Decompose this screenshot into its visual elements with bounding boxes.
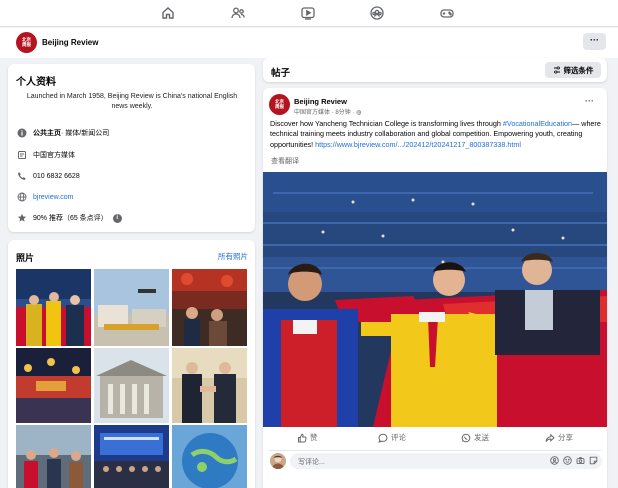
intro-title: 个人资料 — [16, 77, 56, 88]
photo-thumbnail[interactable] — [172, 269, 247, 346]
post-card: 北京周报 Beijing Review 中国官方媒体 · 8分钟 · ◍ ···… — [263, 88, 607, 488]
posts-header-card: 帖子 筛选条件 — [263, 58, 607, 82]
whatsapp-icon — [461, 433, 471, 442]
rating-row: 90% 推荐（65 条点评） i — [16, 212, 122, 224]
filter-button[interactable]: 筛选条件 — [545, 62, 601, 78]
filter-label: 筛选条件 — [563, 65, 594, 75]
video-icon[interactable] — [300, 5, 316, 21]
category-value: · 媒体/新闻公司 — [61, 130, 110, 137]
post-text-body: Discover how Yancheng Technician College… — [270, 119, 503, 128]
post-image[interactable] — [263, 172, 607, 427]
media-label: 中国官方媒体 — [33, 152, 75, 159]
website-row: bjreview.com — [16, 191, 73, 203]
gaming-icon[interactable] — [439, 5, 455, 21]
photo-thumbnail[interactable] — [94, 425, 169, 488]
label-row: 中国官方媒体 — [16, 149, 75, 161]
page-name[interactable]: Beijing Review — [42, 38, 98, 47]
rating-info-icon[interactable]: i — [112, 213, 122, 223]
phone-row: 010 6832 6628 — [16, 170, 80, 182]
post-meta: 中国官方媒体 · 8分钟 · ◍ — [294, 110, 362, 116]
send-button[interactable]: 发送 — [461, 432, 489, 443]
comment-placeholder: 写评论... — [298, 459, 325, 466]
category-row: 公共主页 · 媒体/新闻公司 — [16, 127, 109, 139]
photos-title: 照片 — [16, 253, 35, 263]
post-more-button[interactable]: ··· — [585, 96, 594, 106]
avatar-logo-text: 北京周报 — [22, 37, 31, 48]
comment-input[interactable]: 写评论... — [290, 453, 602, 469]
rating-text: 90% 推荐（65 条点评） — [33, 215, 108, 222]
phone-number[interactable]: 010 6832 6628 — [33, 173, 80, 180]
sticker-icon[interactable] — [589, 456, 598, 465]
comment-button[interactable]: 评论 — [378, 432, 406, 443]
post-author-avatar[interactable]: 北京周报 — [269, 94, 290, 115]
more-options-button[interactable]: ··· — [583, 33, 606, 50]
page-avatar[interactable]: 北京周报 — [16, 32, 37, 53]
friends-icon[interactable] — [230, 5, 246, 21]
like-label: 赞 — [310, 433, 318, 442]
top-navigation-bar — [0, 0, 618, 27]
website-link[interactable]: bjreview.com — [33, 194, 73, 201]
hashtag-link[interactable]: #VocationalEducation — [503, 119, 572, 128]
post-author-name[interactable]: Beijing Review — [294, 97, 347, 106]
category-prefix: 公共主页 — [33, 130, 61, 137]
photo-thumbnail[interactable] — [172, 348, 247, 423]
comment-label: 评论 — [391, 433, 406, 442]
intro-card: 个人资料 Launched in March 1958, Beijing Rev… — [8, 64, 255, 232]
star-icon — [16, 213, 27, 224]
page-header-bar: 北京周报 Beijing Review ··· — [0, 28, 618, 58]
see-translation-link[interactable]: 查看翻译 — [271, 156, 299, 166]
photo-thumbnail[interactable] — [94, 348, 169, 423]
post-text: Discover how Yancheng Technician College… — [270, 119, 602, 150]
filter-icon — [553, 66, 560, 74]
actions-divider — [269, 450, 601, 451]
media-label-icon — [16, 150, 27, 161]
phone-icon — [16, 171, 27, 182]
photo-thumbnail[interactable] — [16, 425, 91, 488]
camera-icon[interactable] — [576, 456, 585, 465]
globe-icon — [16, 192, 27, 203]
like-button[interactable]: 赞 — [297, 432, 318, 443]
comment-icon — [378, 433, 388, 443]
info-icon — [16, 128, 27, 139]
share-label: 分享 — [558, 433, 573, 442]
send-label: 发送 — [474, 433, 489, 442]
posts-title: 帖子 — [271, 68, 291, 79]
photos-card: 照片 所有照片 — [8, 240, 255, 488]
home-icon[interactable] — [160, 5, 176, 21]
avatar-sticker-icon[interactable] — [550, 456, 559, 465]
share-icon — [545, 433, 555, 442]
post-actions-bar: 赞 评论 发送 分享 — [263, 429, 607, 447]
emoji-icon[interactable] — [563, 456, 572, 465]
photo-thumbnail[interactable] — [94, 269, 169, 346]
avatar-logo-text: 北京周报 — [275, 99, 284, 110]
see-all-photos-link[interactable]: 所有照片 — [218, 251, 248, 262]
photo-thumbnail[interactable] — [16, 269, 91, 346]
intro-description: Launched in March 1958, Beijing Review i… — [26, 93, 238, 110]
article-link[interactable]: https://www.bjreview.com/.../202412/t202… — [315, 140, 521, 149]
groups-icon[interactable] — [369, 5, 385, 21]
photo-thumbnail[interactable] — [16, 348, 91, 423]
share-button[interactable]: 分享 — [545, 432, 573, 443]
thumbs-up-icon — [298, 433, 307, 442]
photo-thumbnail[interactable] — [172, 425, 247, 488]
current-user-avatar[interactable] — [270, 453, 286, 469]
